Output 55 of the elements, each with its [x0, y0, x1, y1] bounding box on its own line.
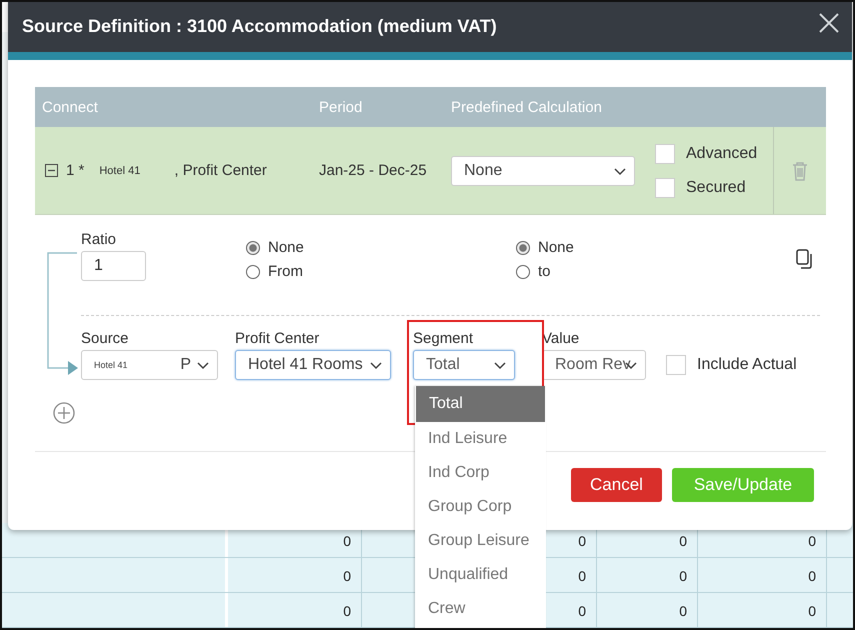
radio-button[interactable] [516, 264, 530, 278]
chevron-down-icon [197, 362, 209, 370]
period-text: Jan-25 - Dec-25 [319, 162, 428, 179]
close-icon[interactable] [818, 12, 840, 34]
profit-center-select[interactable]: Hotel 41 Rooms [235, 350, 391, 380]
dropdown-option[interactable]: Group Leisure [415, 524, 546, 558]
source-type: , Profit Center [174, 162, 267, 179]
dropdown-option[interactable]: Ind Corp [415, 456, 546, 490]
source-name: Hotel 41 [99, 164, 142, 176]
checkbox-label: Secured [686, 178, 746, 196]
checkbox-label: Include Actual [697, 356, 797, 374]
checkbox[interactable] [666, 355, 686, 375]
radio-button[interactable] [246, 240, 260, 254]
chevron-down-icon [370, 362, 382, 370]
table-cell: 0 [597, 593, 698, 627]
segment-select[interactable]: Total [413, 350, 515, 380]
calculation-select[interactable]: None [451, 156, 635, 186]
column-header: Connect [41, 98, 99, 116]
table-cell: 0 [228, 593, 362, 627]
checkbox[interactable] [655, 144, 675, 164]
chevron-down-icon [614, 168, 626, 176]
table-cell: 0 [698, 593, 827, 627]
source-select[interactable]: Hotel 41 P [81, 350, 218, 380]
checkbox-label: Advanced [686, 144, 758, 162]
source-label: Source [81, 330, 130, 347]
radio-label: From [268, 263, 303, 280]
ratio-label: Ratio [81, 231, 118, 248]
radio-label: to [538, 263, 551, 280]
ratio-input[interactable]: 1 [81, 251, 146, 281]
value-select[interactable]: Room Rev [542, 350, 646, 380]
radio-button[interactable] [516, 240, 530, 254]
cancel-button[interactable]: Cancel [571, 468, 662, 502]
checkbox[interactable] [655, 178, 675, 198]
table-cell: 0 [597, 558, 698, 592]
dropdown-option[interactable]: Total [416, 386, 545, 422]
segment-label: Segment [413, 330, 474, 347]
column-header: Period [319, 98, 364, 116]
copy-icon[interactable] [796, 249, 814, 269]
chevron-down-icon [494, 362, 506, 370]
radio-label: None [268, 239, 304, 256]
dropdown-option[interactable]: Group Corp [415, 490, 546, 524]
table-cell: 0 [228, 558, 362, 592]
dialog-title: Source Definition : 3100 Accommodation (medium VAT) [22, 16, 497, 36]
dropdown-option[interactable]: Ind Leisure [415, 422, 546, 456]
add-icon[interactable] [53, 402, 75, 424]
radio-label: None [538, 239, 574, 256]
radio-button[interactable] [246, 264, 260, 278]
column-header: Predefined Calculation [451, 98, 603, 116]
dropdown-option[interactable]: Unqualified [415, 558, 546, 592]
dropdown-option[interactable]: Crew [415, 592, 546, 626]
collapse-icon[interactable] [45, 164, 58, 177]
profit-center-label: Profit Center [235, 330, 320, 347]
table-cell: 0 [698, 558, 827, 592]
row-index: 1 * [66, 162, 84, 179]
value-label: Value [542, 330, 580, 347]
